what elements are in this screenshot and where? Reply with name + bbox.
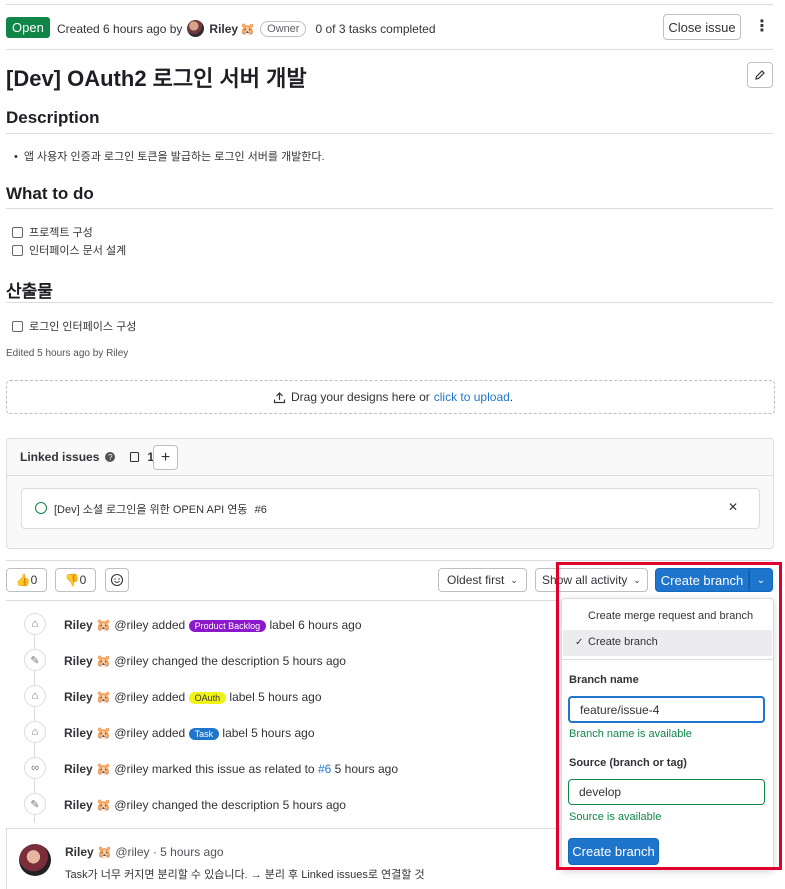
- upload-text: Drag your designs here or: [291, 390, 430, 404]
- linked-issues-title: Linked issues: [20, 450, 100, 464]
- timeline-item: Riley 🐹 @riley changed the description 5…: [64, 798, 346, 812]
- related-issue-link[interactable]: #6: [318, 762, 331, 776]
- pencil-icon: [755, 70, 765, 80]
- task-checkbox[interactable]: [12, 244, 23, 256]
- thumbs-down-icon: 👎: [64, 573, 80, 587]
- label-icon: ⌂: [24, 613, 46, 635]
- task-item[interactable]: 로그인 인터페이스 구성: [12, 318, 136, 334]
- label-icon: ⌂: [24, 721, 46, 743]
- author-name[interactable]: Riley: [209, 22, 238, 36]
- description-heading: Description: [6, 108, 100, 127]
- deliverables-heading: 산출물: [6, 282, 53, 301]
- task-item[interactable]: 인터페이스 문서 설계: [12, 242, 126, 258]
- add-linked-issue-button[interactable]: +: [153, 445, 178, 470]
- avatar[interactable]: [19, 844, 51, 876]
- issue-title: [Dev] OAuth2 로그인 서버 개발: [6, 66, 307, 91]
- upload-period: .: [509, 390, 514, 404]
- comment-author[interactable]: Riley: [65, 845, 94, 859]
- task-checkbox[interactable]: [12, 226, 23, 238]
- created-text: Created 6 hours ago by: [57, 21, 183, 36]
- thumbs-down-button[interactable]: 👎 0: [55, 568, 96, 592]
- timeline-item: Riley 🐹 @riley marked this issue as rela…: [64, 762, 399, 776]
- smiley-icon: [110, 573, 124, 587]
- chevron-down-icon: ⌄: [510, 574, 518, 585]
- comment-author-emoji: 🐹: [97, 845, 112, 859]
- thumbs-down-count: 0: [79, 573, 87, 587]
- task-item[interactable]: 프로젝트 구성: [12, 224, 93, 240]
- help-icon[interactable]: ?: [105, 452, 116, 462]
- linked-issue-item[interactable]: [Dev] 소셜 로그인을 위한 OPEN API 연동 #6 ✕: [21, 488, 760, 529]
- linked-issues-panel: Linked issues ? 1 + [Dev] 소셜 로그인을 위한 OPE…: [6, 438, 774, 549]
- task-progress: 0 of 3 tasks completed: [315, 21, 436, 36]
- upload-icon: [273, 391, 286, 403]
- more-actions-icon[interactable]: ⋮: [754, 16, 770, 36]
- author-emoji: 🐹: [240, 21, 256, 36]
- todo-heading: What to do: [6, 184, 94, 203]
- comment-body: Task가 너무 커지면 분리할 수 있습니다. → 분리 후 Linked i…: [65, 869, 425, 881]
- thumbs-up-count: 0: [30, 573, 38, 587]
- edit-title-button[interactable]: [747, 62, 773, 88]
- edited-note: Edited 5 hours ago by Riley: [6, 348, 129, 359]
- description-bullet: • 앱 사용자 인증과 로그인 토큰을 발급하는 로그인 서버를 개발한다.: [14, 151, 325, 163]
- close-issue-button[interactable]: Close issue: [663, 14, 741, 40]
- timeline-item: Riley 🐹 @riley added OAuth label 5 hours…: [64, 690, 322, 704]
- task-checkbox[interactable]: [12, 320, 23, 332]
- issues-icon: [130, 451, 140, 463]
- remove-link-icon[interactable]: ✕: [728, 500, 738, 514]
- design-upload-zone[interactable]: Drag your designs here or click to uploa…: [6, 380, 775, 414]
- linked-issue-title[interactable]: [Dev] 소셜 로그인을 위한 OPEN API 연동: [54, 504, 248, 516]
- click-to-upload-link[interactable]: click to upload: [434, 390, 510, 404]
- pencil-icon: ✎: [24, 793, 46, 815]
- thumbs-up-button[interactable]: 👍 0: [6, 568, 47, 592]
- issue-open-icon: [35, 502, 47, 514]
- sort-dropdown[interactable]: Oldest first ⌄: [438, 568, 527, 592]
- label-badge[interactable]: Task: [188, 728, 220, 740]
- comment-meta: @riley · 5 hours ago: [115, 845, 224, 859]
- timeline-item: Riley 🐹 @riley added Task label 5 hours …: [64, 726, 315, 740]
- timeline-item: Riley 🐹 @riley added Product Backlog lab…: [64, 618, 362, 632]
- add-reaction-button[interactable]: [105, 568, 129, 592]
- comment-card: Riley 🐹 @riley · 5 hours ago Task가 너무 커지…: [6, 828, 567, 889]
- thumbs-up-icon: 👍: [15, 573, 31, 587]
- owner-badge: Owner: [260, 20, 307, 37]
- author-avatar[interactable]: [187, 20, 205, 37]
- label-badge[interactable]: Product Backlog: [188, 620, 267, 632]
- label-icon: ⌂: [24, 685, 46, 707]
- timeline-item: Riley 🐹 @riley changed the description 5…: [64, 654, 346, 668]
- label-badge[interactable]: OAuth: [188, 692, 227, 704]
- status-badge: Open: [6, 17, 50, 38]
- pencil-icon: ✎: [24, 649, 46, 671]
- link-icon: ∞: [24, 757, 46, 779]
- highlight-box: [556, 562, 782, 870]
- linked-issue-ref: #6: [254, 504, 267, 516]
